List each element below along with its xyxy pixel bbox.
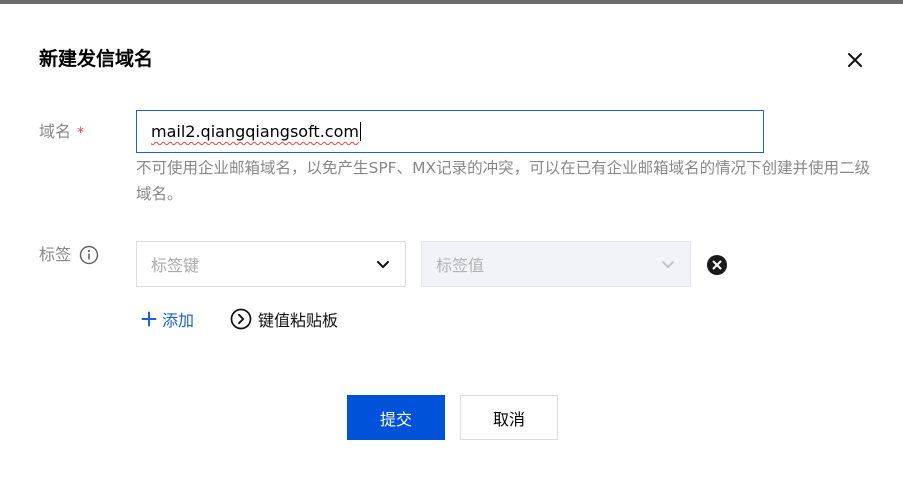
close-icon (848, 53, 862, 67)
tag-key-select[interactable]: 标签键 (136, 241, 406, 287)
chevron-down-icon (662, 261, 674, 268)
submit-button[interactable]: 提交 (347, 395, 445, 440)
dialog-title: 新建发信域名 (39, 48, 154, 70)
remove-tag-button[interactable] (707, 255, 727, 275)
domain-input[interactable]: mail2.qiangqiangsoft.com (136, 110, 764, 153)
text-caret (359, 122, 361, 141)
add-tag-label: 添加 (162, 311, 195, 330)
domain-field-label: 域名 * (39, 121, 84, 144)
plus-icon (141, 311, 157, 327)
domain-label-text: 域名 (39, 122, 72, 141)
add-tag-button[interactable]: 添加 (141, 307, 194, 331)
domain-help-text: 不可使用企业邮箱域名，以免产生SPF、MX记录的冲突，可以在已有企业邮箱域名的情… (136, 159, 871, 203)
tags-field-label: 标签 (39, 244, 99, 266)
close-button[interactable] (843, 48, 867, 72)
tag-value-placeholder: 标签值 (436, 256, 485, 275)
tag-value-select[interactable]: 标签值 (421, 241, 691, 287)
tag-key-placeholder: 标签键 (151, 256, 200, 275)
required-mark: * (77, 125, 85, 141)
info-icon[interactable] (79, 245, 99, 265)
create-sender-domain-dialog: 新建发信域名 域名 * mail2.qiangqiangsoft.com 不可使用… (0, 4, 903, 479)
cancel-button[interactable]: 取消 (460, 395, 558, 440)
chevron-down-icon (377, 261, 389, 268)
domain-input-value: mail2.qiangqiangsoft.com (151, 122, 359, 141)
chevron-right-circle-icon (230, 308, 252, 330)
tags-label-text: 标签 (39, 245, 72, 264)
clipboard-label: 键值粘贴板 (258, 311, 339, 330)
key-value-clipboard-button[interactable]: 键值粘贴板 (230, 307, 338, 331)
remove-circle-icon (707, 255, 727, 275)
